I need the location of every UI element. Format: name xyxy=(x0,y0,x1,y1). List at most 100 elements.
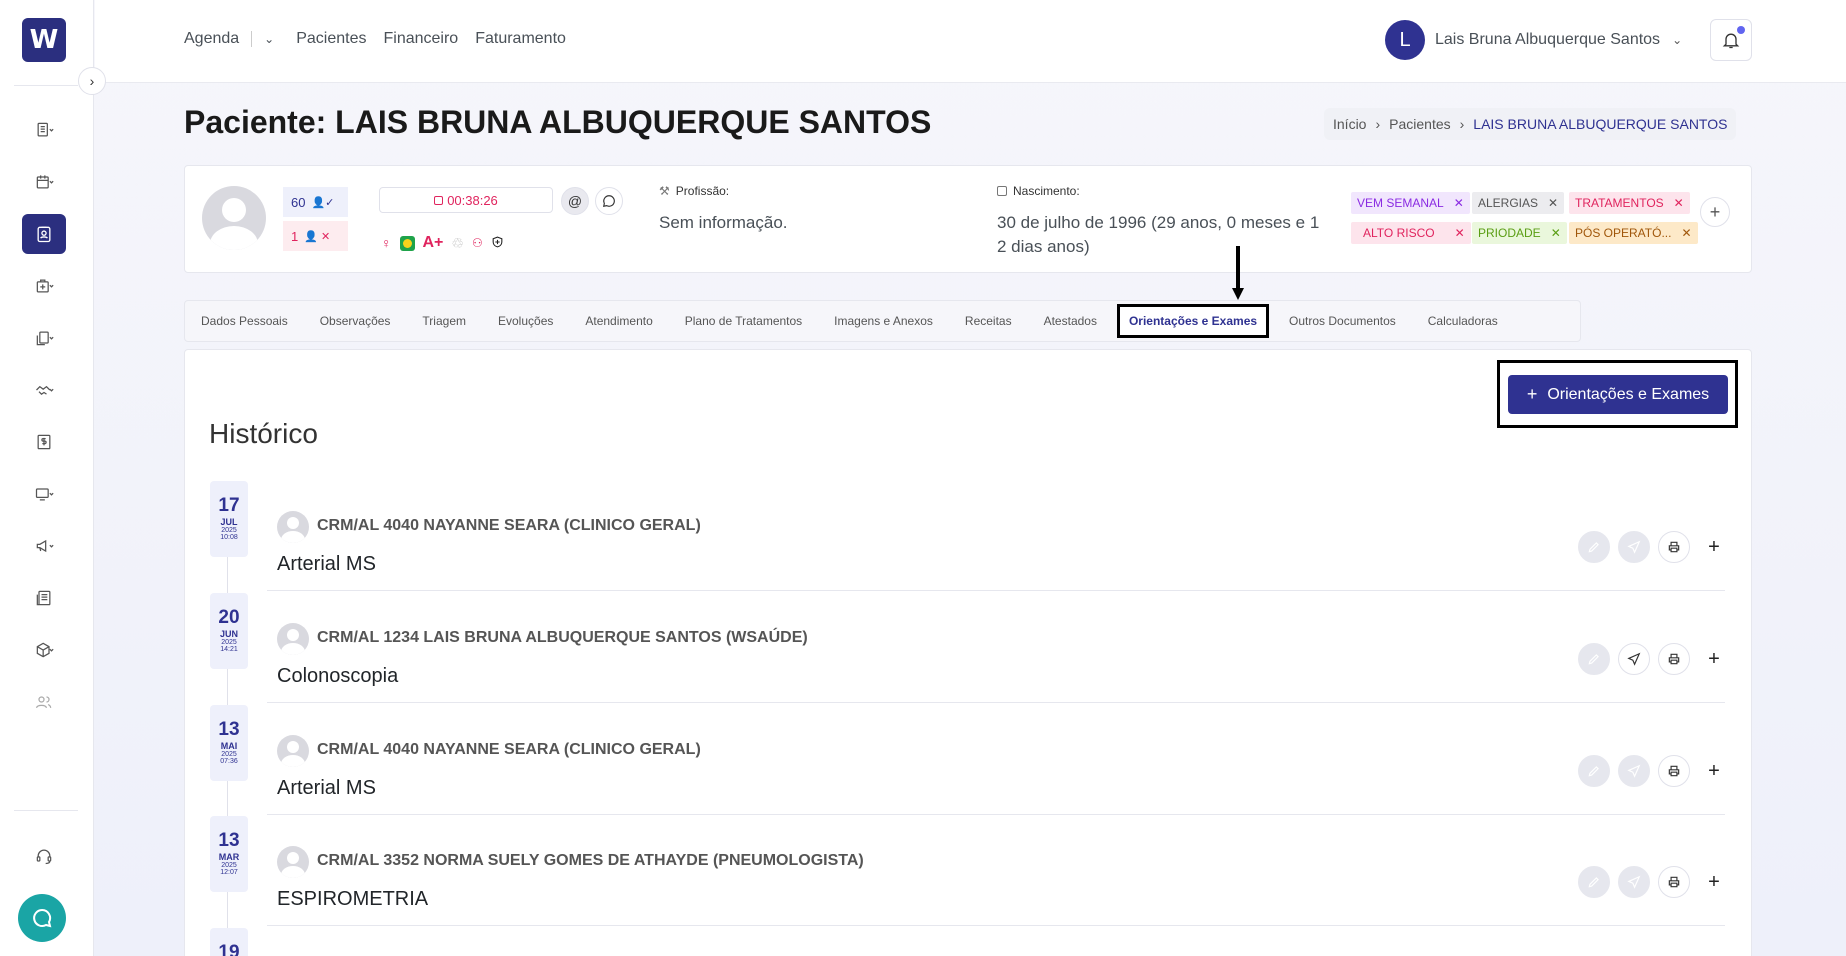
send-icon[interactable] xyxy=(1618,643,1650,675)
divider xyxy=(251,31,253,47)
tag-vem-semanal[interactable]: VEM SEMANAL ✕ xyxy=(1351,192,1470,214)
tab-dados-pessoais[interactable]: Dados Pessoais xyxy=(185,314,304,328)
date-time: 14:21 xyxy=(220,646,238,653)
annotation-down-arrow-icon xyxy=(1232,246,1244,300)
close-icon[interactable]: ✕ xyxy=(1674,196,1684,210)
nav-financeiro[interactable]: Financeiro xyxy=(384,30,459,48)
tab-orientacoes-e-exames[interactable]: Orientações e Exames xyxy=(1116,304,1270,338)
blood-type: A+ xyxy=(422,234,444,251)
close-icon[interactable]: ✕ xyxy=(1681,226,1691,240)
tab-observacoes[interactable]: Observações xyxy=(304,314,407,328)
divider xyxy=(14,85,78,86)
top-nav: Agenda ⌄ Pacientes Financeiro Faturament… xyxy=(184,30,583,48)
edit-pencil-icon[interactable] xyxy=(1578,866,1610,898)
send-icon[interactable] xyxy=(1618,755,1650,787)
edit-pencil-icon[interactable] xyxy=(1578,755,1610,787)
close-icon[interactable]: ✕ xyxy=(1455,226,1465,240)
expand-plus-icon[interactable]: + xyxy=(1698,866,1730,898)
send-icon[interactable] xyxy=(1618,531,1650,563)
doctor-avatar xyxy=(277,511,309,543)
nav-pacientes[interactable]: Pacientes xyxy=(296,30,366,48)
add-tag-plus-icon[interactable]: + xyxy=(1700,197,1730,227)
exam-name: ESPIROMETRIA xyxy=(277,888,429,910)
close-icon[interactable]: ✕ xyxy=(1548,196,1558,210)
session-timer: 00:38:26 xyxy=(379,187,553,213)
tag-priodade[interactable]: PRIODADE ✕ xyxy=(1472,222,1567,244)
profession-label: ⚒ Profissão: xyxy=(659,184,729,198)
sidebar: W xyxy=(0,0,94,956)
exam-name: Arterial MS xyxy=(277,553,376,575)
email-at-icon[interactable]: @ xyxy=(561,187,589,215)
user-menu[interactable]: L Lais Bruna Albuquerque Santos ⌄ xyxy=(1385,20,1682,60)
nav-faturamento[interactable]: Faturamento xyxy=(475,30,566,48)
sidebar-megaphone-icon[interactable] xyxy=(22,526,66,566)
sidebar-finance-icon[interactable] xyxy=(22,422,66,462)
missed-count-badge[interactable]: 1 👤 ✕ xyxy=(283,221,348,251)
sidebar-handshake-icon[interactable] xyxy=(22,370,66,410)
date-day: 20 xyxy=(218,607,240,628)
add-orientacoes-exames-button[interactable]: + Orientações e Exames xyxy=(1508,375,1728,414)
edit-pencil-icon[interactable] xyxy=(1578,531,1610,563)
expand-plus-icon[interactable]: + xyxy=(1698,643,1730,675)
tag-pos-operatorio[interactable]: PÓS OPERATÓ... ✕ xyxy=(1569,222,1698,244)
date-day: 13 xyxy=(218,719,240,740)
tag-tratamentos[interactable]: TRATAMENTOS ✕ xyxy=(1569,192,1690,214)
doctor-avatar xyxy=(277,735,309,767)
tag-alto-risco[interactable]: ALTO RISCO ✕ xyxy=(1351,222,1471,244)
sidebar-calendar-icon[interactable] xyxy=(22,162,66,202)
patient-avatar xyxy=(202,186,266,250)
print-icon[interactable] xyxy=(1658,643,1690,675)
attendance-count-badge[interactable]: 60 👤✓ xyxy=(283,187,348,217)
brazil-flag-icon xyxy=(399,235,415,251)
breadcrumb-patients[interactable]: Pacientes xyxy=(1389,116,1450,132)
tab-atestados[interactable]: Atestados xyxy=(1028,314,1113,328)
exam-name: Arterial MS xyxy=(277,777,376,799)
patient-tabs: Dados Pessoais Observações Triagem Evolu… xyxy=(184,300,1581,342)
female-icon: ♀ xyxy=(381,235,392,251)
expand-plus-icon[interactable]: + xyxy=(1698,531,1730,563)
divider xyxy=(14,810,78,811)
sidebar-monitor-icon[interactable] xyxy=(22,474,66,514)
doctor-name: CRM/AL 1234 LAIS BRUNA ALBUQUERQUE SANTO… xyxy=(317,629,808,646)
date-badge: 19 xyxy=(210,928,248,956)
sidebar-users-icon[interactable] xyxy=(22,682,66,722)
tab-plano-de-tratamentos[interactable]: Plano de Tratamentos xyxy=(669,314,818,328)
tag-alergias[interactable]: ALERGIAS ✕ xyxy=(1472,192,1565,214)
app-logo[interactable]: W xyxy=(22,18,66,62)
sidebar-box-icon[interactable] xyxy=(22,630,66,670)
tag-label: TRATAMENTOS xyxy=(1575,196,1664,210)
sidebar-expand-chevron-icon[interactable]: › xyxy=(78,67,106,95)
tab-calculadoras[interactable]: Calculadoras xyxy=(1412,314,1514,328)
whatsapp-icon[interactable] xyxy=(595,187,623,215)
tab-evolucoes[interactable]: Evoluções xyxy=(482,314,569,328)
support-headset-icon[interactable] xyxy=(22,836,66,876)
nav-agenda-chevron-down-icon[interactable]: ⌄ xyxy=(264,32,274,46)
sidebar-documents-icon[interactable] xyxy=(22,318,66,358)
birth-label-text: Nascimento: xyxy=(1013,184,1080,198)
sidebar-news-icon[interactable] xyxy=(22,578,66,618)
tab-triagem[interactable]: Triagem xyxy=(406,314,482,328)
notification-bell-icon[interactable] xyxy=(1710,19,1752,61)
chat-bubble-icon[interactable] xyxy=(18,894,66,942)
send-icon[interactable] xyxy=(1618,866,1650,898)
print-icon[interactable] xyxy=(1658,866,1690,898)
stop-icon xyxy=(434,195,444,205)
sidebar-reports-icon[interactable] xyxy=(22,110,66,150)
sidebar-medical-icon[interactable] xyxy=(22,266,66,306)
breadcrumb-home[interactable]: Início xyxy=(1333,116,1366,132)
print-icon[interactable] xyxy=(1658,755,1690,787)
tab-atendimento[interactable]: Atendimento xyxy=(569,314,668,328)
close-icon[interactable]: ✕ xyxy=(1551,226,1561,240)
tag-label: PÓS OPERATÓ... xyxy=(1575,226,1672,240)
tab-receitas[interactable]: Receitas xyxy=(949,314,1028,328)
nav-agenda[interactable]: Agenda xyxy=(184,30,239,48)
close-icon[interactable]: ✕ xyxy=(1454,196,1464,210)
expand-plus-icon[interactable]: + xyxy=(1698,755,1730,787)
print-icon[interactable] xyxy=(1658,531,1690,563)
tab-imagens-e-anexos[interactable]: Imagens e Anexos xyxy=(818,314,949,328)
profession-label-text: Profissão: xyxy=(675,184,730,198)
date-time: 10:08 xyxy=(220,534,238,541)
sidebar-patients-icon[interactable] xyxy=(22,214,66,254)
tab-outros-documentos[interactable]: Outros Documentos xyxy=(1273,314,1412,328)
edit-pencil-icon[interactable] xyxy=(1578,643,1610,675)
